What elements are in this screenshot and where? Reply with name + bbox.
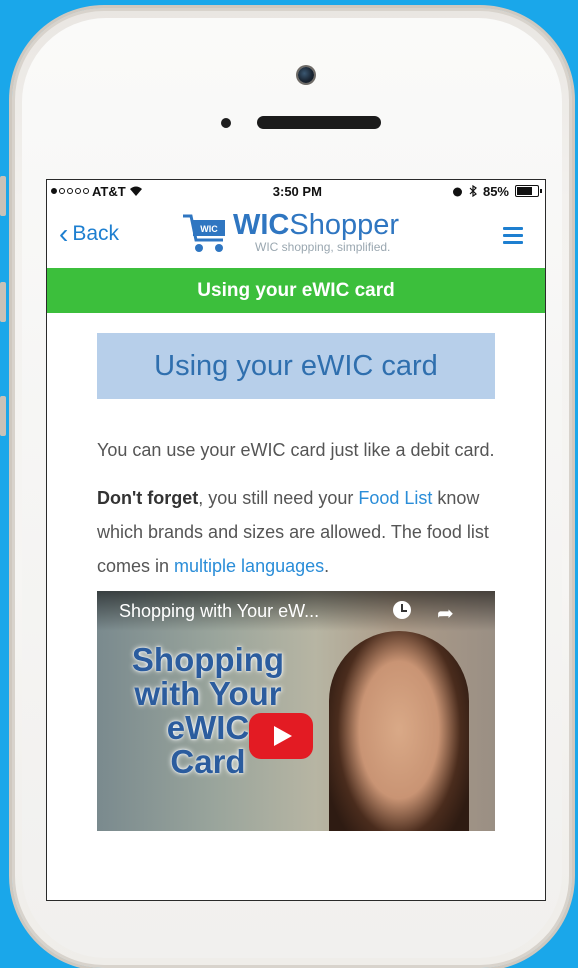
logo-wordmark: WICShopper	[233, 209, 400, 241]
volume-up-button	[0, 282, 6, 322]
wicshopper-logo[interactable]: WIC WICShopper WIC shopping, simplified.	[181, 210, 399, 256]
multiple-languages-link[interactable]: multiple languages	[174, 556, 324, 576]
signal-strength-icon	[51, 188, 89, 194]
mute-switch	[0, 176, 6, 216]
carrier-name: AT&T	[92, 183, 126, 199]
svg-text:WIC: WIC	[200, 224, 218, 234]
back-button[interactable]: ‹ Back	[59, 218, 120, 249]
video-title[interactable]: Shopping with Your eW...	[119, 601, 319, 622]
food-list-link[interactable]: Food List	[358, 488, 432, 508]
carrier-info: AT&T	[51, 184, 143, 199]
reminder-bold: Don't forget	[97, 488, 199, 508]
share-icon[interactable]: ➦	[437, 601, 454, 626]
earpiece-speaker	[257, 116, 381, 129]
main-content: Using your eWIC card You can use your eW…	[47, 333, 545, 831]
proximity-sensor	[221, 118, 231, 128]
page-heading: Using your eWIC card	[97, 333, 495, 399]
shopping-cart-icon: WIC	[183, 214, 225, 252]
status-time: 3:50 PM	[272, 183, 322, 199]
presenter-thumbnail	[329, 631, 469, 831]
chevron-left-icon: ‹	[59, 218, 69, 249]
intro-paragraph: You can use your eWIC card just like a d…	[97, 440, 495, 460]
battery-icon	[515, 185, 542, 197]
logo-tagline: WIC shopping, simplified.	[255, 240, 391, 254]
volume-down-button	[0, 396, 6, 436]
watch-later-icon[interactable]	[393, 601, 411, 619]
play-button-icon[interactable]	[249, 713, 313, 759]
section-title-bar: Using your eWIC card	[47, 268, 545, 313]
battery-percent: 85%	[482, 183, 509, 199]
status-right: 85%	[452, 183, 542, 199]
reminder-paragraph: Don't forget, you still need your Food L…	[97, 488, 489, 576]
alarm-icon	[452, 187, 462, 196]
youtube-video-embed[interactable]: Shopping with Your eW... ➦ Shopping with…	[97, 591, 495, 831]
phone-screen: AT&T 3:50 PM 85% ‹ Back WIC WICShopper W…	[46, 179, 546, 901]
wifi-icon	[129, 186, 142, 196]
back-label: Back	[72, 222, 120, 245]
bluetooth-icon	[469, 185, 477, 197]
hamburger-menu-icon[interactable]	[503, 227, 523, 248]
app-header: ‹ Back WIC WICShopper WIC shopping, simp…	[47, 202, 545, 268]
front-camera	[298, 67, 314, 83]
status-bar: AT&T 3:50 PM 85%	[47, 180, 545, 202]
